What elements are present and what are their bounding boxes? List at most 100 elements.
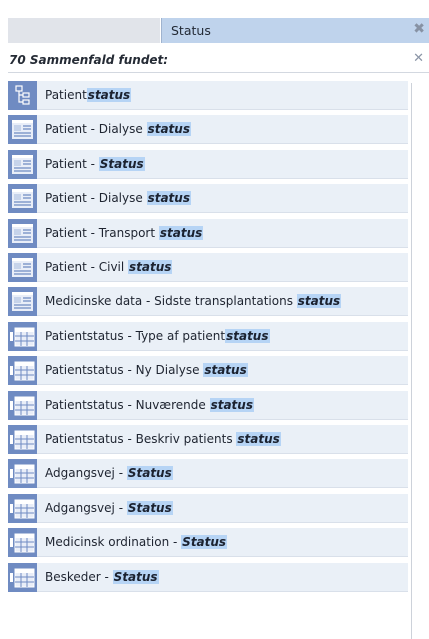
result-row-body: Adgangsvej - Status (37, 494, 408, 523)
result-label-prefix: Patient - Civil (45, 260, 129, 274)
form-icon (8, 150, 37, 179)
result-row-body: Adgangsvej - Status (37, 459, 408, 488)
match-highlight: Status (126, 466, 173, 480)
result-label: Patientstatus - Nuværende status (45, 398, 254, 412)
result-row[interactable]: Beskeder - Status (8, 563, 408, 592)
result-row[interactable]: Patient - Civil status (8, 253, 408, 282)
result-row-body: Patient - Transport status (37, 219, 408, 248)
result-row-body: Patientstatus - Beskriv patients status (37, 425, 408, 454)
result-label: Patientstatus - Ny Dialyse status (45, 363, 248, 377)
result-label-prefix: Beskeder - (45, 570, 113, 584)
match-highlight: status (225, 329, 270, 343)
result-label-prefix: Adgangsvej - (45, 501, 127, 515)
match-highlight: status (146, 191, 191, 205)
form-icon (8, 184, 37, 213)
table-icon (8, 322, 37, 351)
table-icon (8, 356, 37, 385)
result-label: Patient - Dialyse status (45, 191, 191, 205)
result-label: Patientstatus - Type af patientstatus (45, 329, 270, 343)
result-label-prefix: Patientstatus - Beskriv patients (45, 432, 237, 446)
result-row-body: Patient - Civil status (37, 253, 408, 282)
result-row[interactable]: Patientstatus - Beskriv patients status (8, 425, 408, 454)
table-icon (8, 425, 37, 454)
search-bar: Status ✖ (0, 0, 429, 48)
result-row[interactable]: Adgangsvej - Status (8, 494, 408, 523)
result-label-prefix: Medicinske data - Sidste transplantation… (45, 294, 297, 308)
result-row-body: Beskeder - Status (37, 563, 408, 592)
result-row[interactable]: Medicinsk ordination - Status (8, 528, 408, 557)
result-label-prefix: Patient - Transport (45, 226, 159, 240)
match-highlight: status (128, 260, 173, 274)
match-highlight: status (146, 122, 191, 136)
table-icon (8, 563, 37, 592)
match-highlight: status (296, 294, 342, 308)
result-row-body: Patient - Status (37, 150, 408, 179)
search-scope-area (8, 18, 160, 43)
tree-icon (8, 81, 37, 110)
table-icon (8, 459, 37, 488)
result-label-prefix: Patient - Dialyse (45, 191, 147, 205)
result-row[interactable]: Patientstatus (8, 81, 408, 110)
result-label: Patientstatus (45, 88, 132, 102)
result-row-body: Patient - Dialyse status (37, 115, 408, 144)
result-label-prefix: Patientstatus - Ny Dialyse (45, 363, 204, 377)
form-icon (8, 253, 37, 282)
result-row[interactable]: Patientstatus - Type af patientstatus (8, 322, 408, 351)
table-icon (8, 391, 37, 420)
result-label: Patient - Status (45, 157, 145, 171)
result-row-body: Medicinsk ordination - Status (37, 528, 408, 557)
table-icon (8, 528, 37, 557)
result-row[interactable]: Patient - Dialyse status (8, 115, 408, 144)
result-label-prefix: Patient (45, 88, 87, 102)
result-label-prefix: Patientstatus - Nuværende (45, 398, 210, 412)
result-row-body: Medicinske data - Sidste transplantation… (37, 287, 408, 316)
result-label-prefix: Patient - Dialyse (45, 122, 147, 136)
form-icon (8, 115, 37, 144)
match-highlight: Status (112, 570, 159, 584)
scrollbar[interactable] (411, 83, 422, 639)
match-highlight: status (236, 432, 281, 446)
result-row[interactable]: Medicinske data - Sidste transplantation… (8, 287, 408, 316)
result-row[interactable]: Patientstatus - Nuværende status (8, 391, 408, 420)
result-row[interactable]: Patientstatus - Ny Dialyse status (8, 356, 408, 385)
result-row-body: Patient - Dialyse status (37, 184, 408, 213)
table-icon (8, 494, 37, 523)
match-highlight: Status (98, 157, 145, 171)
result-label: Patientstatus - Beskriv patients status (45, 432, 281, 446)
result-row-body: Patientstatus - Type af patientstatus (37, 322, 408, 351)
search-input[interactable]: Status ✖ (161, 18, 429, 43)
result-row[interactable]: Adgangsvej - Status (8, 459, 408, 488)
result-row[interactable]: Patient - Transport status (8, 219, 408, 248)
result-label-prefix: Adgangsvej - (45, 466, 127, 480)
result-label: Beskeder - Status (45, 570, 159, 584)
form-icon (8, 287, 37, 316)
result-row-body: Patientstatus - Ny Dialyse status (37, 356, 408, 385)
result-label: Patient - Civil status (45, 260, 173, 274)
result-label: Adgangsvej - Status (45, 466, 173, 480)
match-highlight: status (158, 226, 204, 240)
result-label-prefix: Patient - (45, 157, 99, 171)
result-row[interactable]: Patient - Dialyse status (8, 184, 408, 213)
result-label: Adgangsvej - Status (45, 501, 173, 515)
results-header: 70 Sammenfald fundet: ✕ (8, 48, 429, 73)
results-panel: 70 Sammenfald fundet: ✕ Patientstatus Pa… (8, 48, 429, 639)
result-label-prefix: Medicinsk ordination - (45, 535, 182, 549)
clear-search-icon[interactable]: ✖ (413, 21, 425, 37)
match-highlight: status (203, 363, 248, 377)
result-label: Patient - Transport status (45, 226, 204, 240)
match-highlight: status (86, 88, 132, 102)
results-count-title: 70 Sammenfald fundet: (9, 53, 169, 67)
close-results-icon[interactable]: ✕ (413, 51, 424, 66)
result-row-body: Patientstatus (37, 81, 408, 110)
result-label: Medicinske data - Sidste transplantation… (45, 294, 342, 308)
match-highlight: Status (126, 501, 173, 515)
match-highlight: Status (181, 535, 228, 549)
search-value: Status (171, 23, 211, 38)
result-label-prefix: Patientstatus - Type af patient (45, 329, 226, 343)
match-highlight: status (209, 398, 254, 412)
form-icon (8, 219, 37, 248)
result-label: Patient - Dialyse status (45, 122, 191, 136)
result-row[interactable]: Patient - Status (8, 150, 408, 179)
result-row-body: Patientstatus - Nuværende status (37, 391, 408, 420)
result-label: Medicinsk ordination - Status (45, 535, 228, 549)
